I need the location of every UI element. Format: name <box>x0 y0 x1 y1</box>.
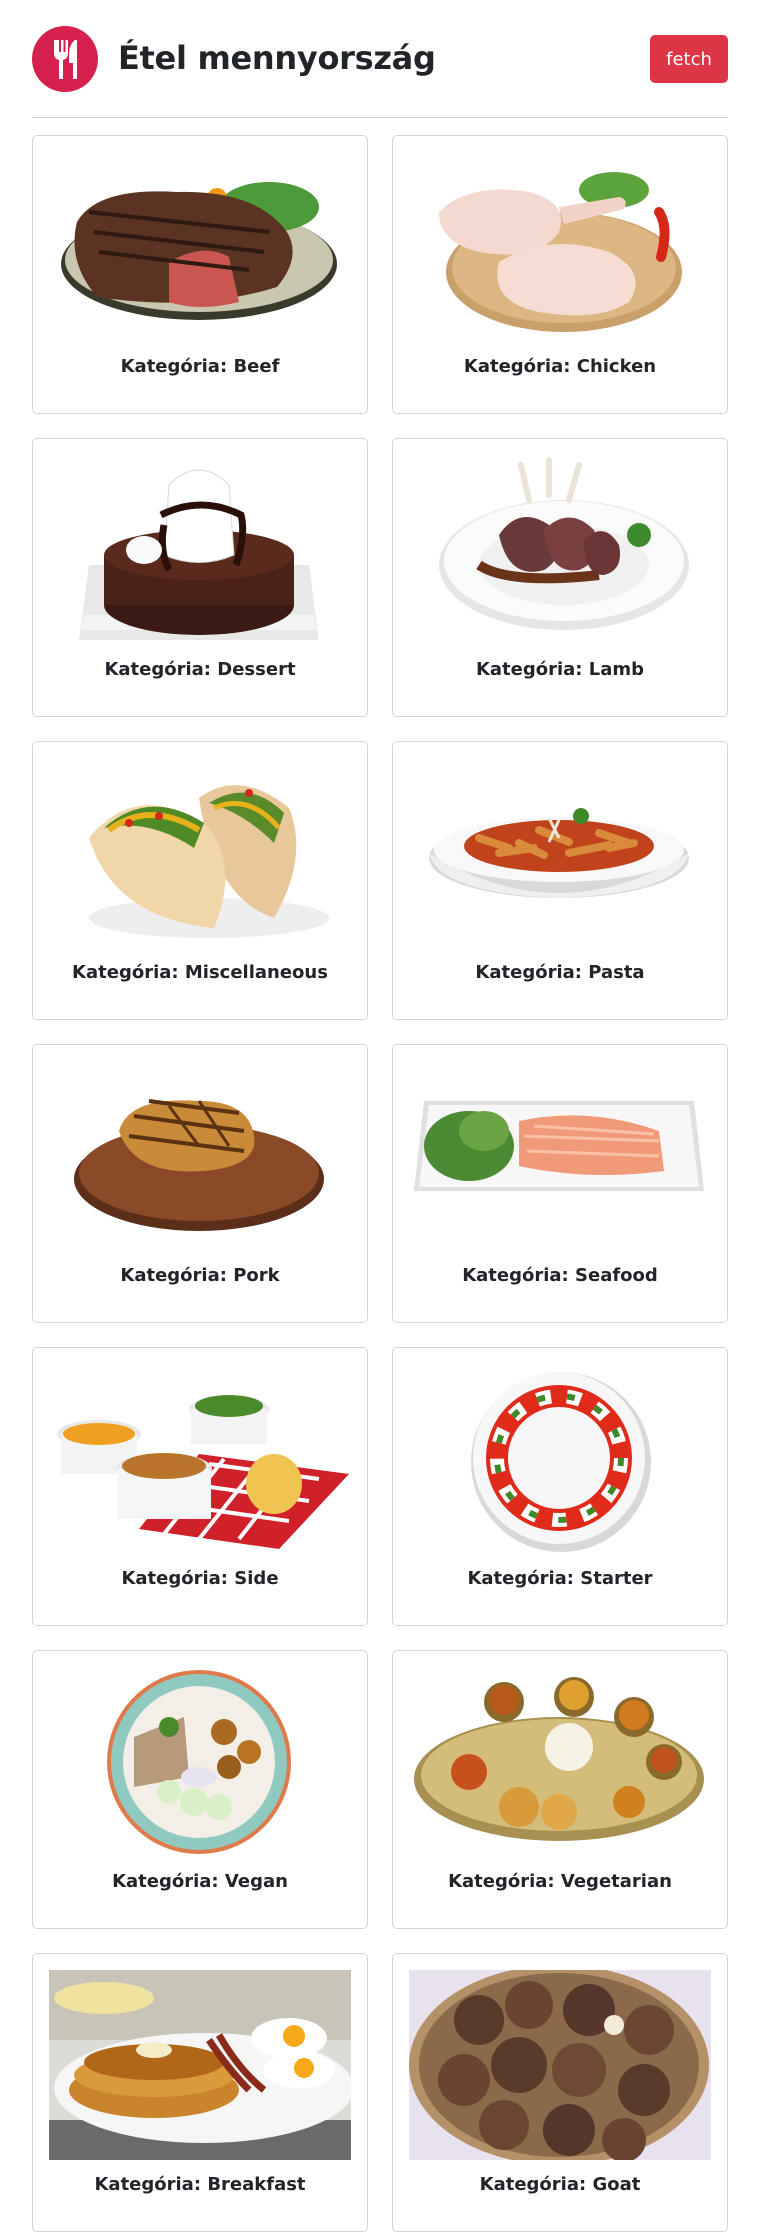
category-label: Kategória: Pasta <box>475 962 645 983</box>
fetch-button[interactable]: fetch <box>650 35 728 83</box>
category-card[interactable]: Kategória: Chicken <box>392 135 728 414</box>
side-dishes-image <box>49 1364 351 1554</box>
category-label: Kategória: Beef <box>120 356 280 377</box>
thali-platter-image <box>409 1667 711 1857</box>
header-divider <box>32 117 728 118</box>
category-card[interactable]: Kategória: Vegetarian <box>392 1650 728 1929</box>
category-label: Kategória: Miscellaneous <box>72 962 328 983</box>
pancakes-eggs-image <box>49 1970 351 2160</box>
category-card[interactable]: Kategória: Miscellaneous <box>32 741 368 1020</box>
category-card[interactable]: Kategória: Lamb <box>392 438 728 717</box>
category-label: Kategória: Goat <box>479 2174 641 2195</box>
category-label: Kategória: Chicken <box>463 356 657 377</box>
caprese-wreath-image <box>409 1364 711 1554</box>
category-card[interactable]: Kategória: Pork <box>32 1044 368 1323</box>
page-title: Étel mennyország <box>118 39 436 77</box>
category-card[interactable]: Kategória: Breakfast <box>32 1953 368 2232</box>
category-label: Kategória: Side <box>121 1568 279 1589</box>
category-card[interactable]: Kategória: Dessert <box>32 438 368 717</box>
category-label: Kategória: Breakfast <box>94 2174 306 2195</box>
category-card[interactable]: Kategória: Beef <box>32 135 368 414</box>
category-label: Kategória: Pork <box>120 1265 280 1286</box>
category-card[interactable]: Kategória: Side <box>32 1347 368 1626</box>
penne-pasta-image <box>409 758 711 948</box>
steak-image <box>49 152 351 342</box>
category-card[interactable]: Kategória: Starter <box>392 1347 728 1626</box>
chocolate-cake-image <box>49 455 351 645</box>
category-card[interactable]: Kategória: Pasta <box>392 741 728 1020</box>
category-card[interactable]: Kategória: Vegan <box>32 1650 368 1929</box>
category-label: Kategória: Starter <box>467 1568 653 1589</box>
category-label: Kategória: Lamb <box>475 659 645 680</box>
pork-chop-image <box>49 1061 351 1251</box>
chicken-legs-image <box>409 152 711 342</box>
category-label: Kategória: Seafood <box>462 1265 658 1286</box>
category-label: Kategória: Vegan <box>112 1871 288 1892</box>
category-grid: Kategória: Beef Kategória: Chicken Kateg… <box>32 135 728 2232</box>
fork-knife-icon <box>32 26 98 92</box>
vegan-bowl-image <box>49 1667 351 1857</box>
goat-stew-image <box>409 1970 711 2160</box>
app-header: Étel mennyország fetch <box>32 26 728 92</box>
category-card[interactable]: Kategória: Seafood <box>392 1044 728 1323</box>
category-label: Kategória: Dessert <box>104 659 296 680</box>
lamb-chops-image <box>409 455 711 645</box>
tacos-image <box>49 758 351 948</box>
salmon-platter-image <box>409 1061 711 1251</box>
category-label: Kategória: Vegetarian <box>448 1871 672 1892</box>
category-card[interactable]: Kategória: Goat <box>392 1953 728 2232</box>
